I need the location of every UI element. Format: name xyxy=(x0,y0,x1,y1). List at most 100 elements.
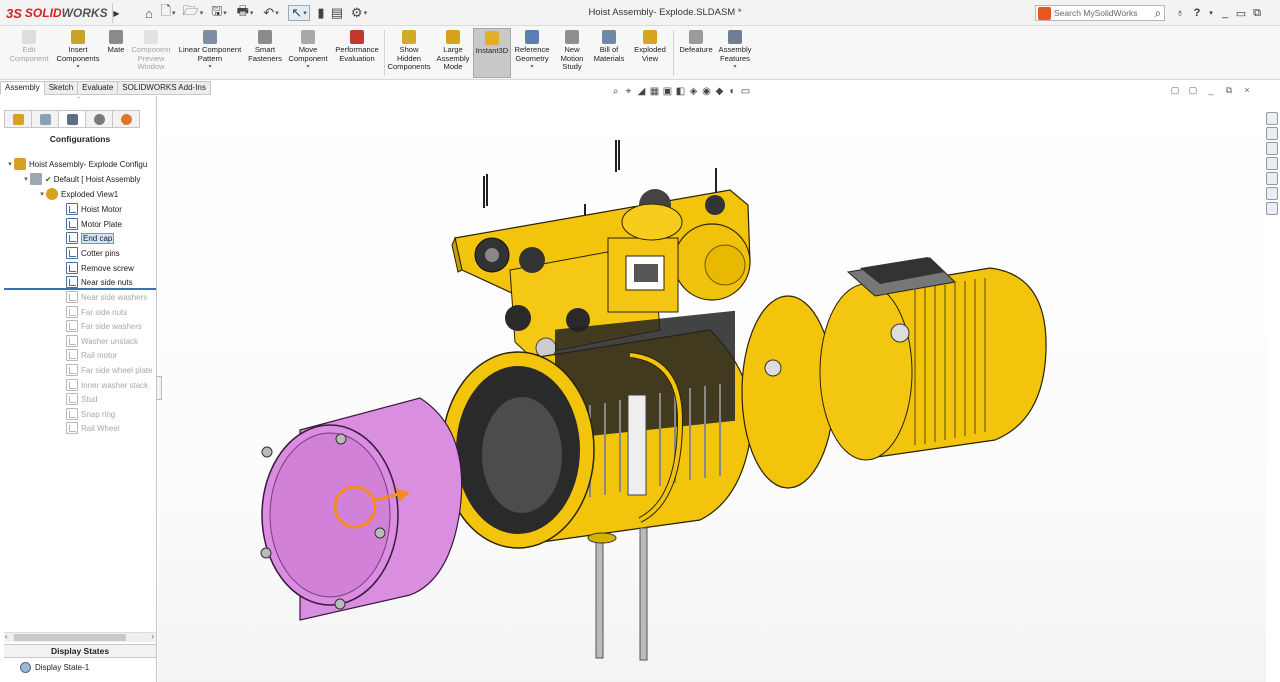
tab-sketch[interactable]: Sketch xyxy=(44,81,79,95)
large-assembly-mode-button[interactable]: Large Assembly Mode xyxy=(434,28,472,78)
scrollbar-thumb[interactable] xyxy=(14,634,126,641)
panel-collapse-handle[interactable] xyxy=(157,376,162,400)
chevron-down-icon[interactable]: ▾ xyxy=(733,63,736,72)
tab-dimxpert-manager[interactable] xyxy=(86,111,113,127)
tab-feature-manager[interactable] xyxy=(5,111,32,127)
apply-scene-icon[interactable]: ◐ xyxy=(727,86,738,97)
explode-step-item-suppressed[interactable]: Near side washers xyxy=(66,290,147,304)
chevron-down-icon[interactable]: ▾ xyxy=(76,63,79,72)
split-view-icon[interactable]: ▢ xyxy=(1188,85,1198,95)
viewport-close-icon[interactable]: × xyxy=(1242,85,1252,95)
explode-step-item-suppressed[interactable]: Far side nuts xyxy=(66,305,127,319)
solidworks-resources-icon[interactable] xyxy=(1266,112,1278,125)
search-mysolidworks-input[interactable]: Search MySolidWorks xyxy=(1035,5,1165,21)
save-icon[interactable]: 🖫 ▾ xyxy=(208,3,230,21)
panel-grip-handle[interactable]: ⌃ xyxy=(0,96,157,104)
solidworks-logo[interactable]: 3S SOLIDWORKS xyxy=(6,3,110,23)
file-explorer-icon[interactable] xyxy=(1266,142,1278,155)
explode-step-item-selected[interactable]: End cap xyxy=(66,231,115,245)
options-gear-icon[interactable]: ⚙ ▾ xyxy=(348,5,370,21)
tab-solidworks-add-ins[interactable]: SOLIDWORKS Add-Ins xyxy=(118,81,211,95)
help-dropdown-icon[interactable]: ▾ xyxy=(1204,5,1218,21)
tree-horizontal-scrollbar[interactable]: ‹ › xyxy=(4,632,156,642)
assembly-features-button[interactable]: Assembly Features ▾ xyxy=(716,28,754,78)
rebuild-icon[interactable]: ▮ xyxy=(316,5,326,21)
new-motion-study-button[interactable]: New Motion Study xyxy=(556,28,588,78)
explode-step-item[interactable]: Hoist Motor xyxy=(66,202,122,216)
chevron-down-icon[interactable]: ▾ xyxy=(306,63,309,72)
hide-show-items-icon[interactable]: ◉ xyxy=(701,86,712,97)
mate-button[interactable]: Mate xyxy=(103,28,129,78)
select-cursor-icon[interactable]: ↖ ▾ xyxy=(288,5,310,21)
chevron-down-icon[interactable]: ▾ xyxy=(530,63,533,72)
minimize-button[interactable]: _ xyxy=(1218,5,1232,21)
solidworks-forum-icon[interactable] xyxy=(1266,202,1278,215)
explode-step-item-suppressed[interactable]: Inner washer stack xyxy=(66,378,148,392)
edit-appearance-icon[interactable]: ◆ xyxy=(714,86,725,97)
user-icon[interactable]: ♁ xyxy=(1173,5,1187,21)
explode-step-item-suppressed[interactable]: Stud xyxy=(66,392,97,406)
edit-component-button[interactable]: Edit Component xyxy=(7,28,51,78)
collapse-arrow-icon[interactable]: ▾ xyxy=(22,175,30,183)
file-properties-icon[interactable]: ▤ xyxy=(330,5,344,21)
custom-properties-icon[interactable] xyxy=(1266,187,1278,200)
explode-step-item[interactable]: Motor Plate xyxy=(66,217,122,231)
new-document-icon[interactable]: 🗋 ▾ xyxy=(158,3,178,21)
previous-view-icon[interactable]: ◢ xyxy=(636,86,647,97)
show-hidden-components-button[interactable]: Show Hidden Components xyxy=(386,28,432,78)
bill-of-materials-button[interactable]: Bill of Materials xyxy=(590,28,628,78)
zoom-to-area-icon[interactable]: ⌖ xyxy=(623,86,634,97)
tree-default-configuration[interactable]: ▾ ✔ Default [ Hoist Assembly xyxy=(22,172,140,186)
move-component-button[interactable]: Move Component ▾ xyxy=(286,28,330,78)
explode-step-item-suppressed[interactable]: Rail motor xyxy=(66,348,117,362)
tab-display-manager[interactable] xyxy=(113,111,139,127)
linear-component-pattern-button[interactable]: Linear Component Pattern ▾ xyxy=(176,28,244,78)
reference-geometry-button[interactable]: Reference Geometry ▾ xyxy=(513,28,551,78)
section-view-icon[interactable]: ▦ xyxy=(649,86,660,97)
menu-expand-arrow-icon[interactable]: ▶ xyxy=(112,3,120,23)
explode-step-item-suppressed[interactable]: Washer unstack xyxy=(66,334,138,348)
explode-step-item-suppressed[interactable]: Far side washers xyxy=(66,319,142,333)
display-state-item[interactable]: Display State-1 xyxy=(20,661,89,673)
defeature-button[interactable]: Defeature xyxy=(676,28,716,78)
exploded-view-button[interactable]: Exploded View xyxy=(630,28,670,78)
hoist-assembly-exploded-model[interactable] xyxy=(158,96,1266,682)
maximize-button[interactable]: ▭ xyxy=(1234,5,1248,21)
open-document-icon[interactable]: 🗁 ▾ xyxy=(182,3,204,21)
tab-configuration-manager[interactable] xyxy=(59,111,86,127)
home-icon[interactable]: ⌂ xyxy=(142,5,156,21)
view-orientation-icon[interactable]: ◧ xyxy=(675,86,686,97)
appearances-scenes-icon[interactable] xyxy=(1266,172,1278,185)
chevron-down-icon[interactable]: ▾ xyxy=(208,63,211,72)
explode-step-item[interactable]: Remove screw xyxy=(66,261,134,275)
instant3d-button[interactable]: Instant3D xyxy=(473,28,511,78)
collapse-arrow-icon[interactable]: ▾ xyxy=(6,160,14,168)
explode-step-item[interactable]: Cotter pins xyxy=(66,246,120,260)
dynamic-annotation-icon[interactable]: ▣ xyxy=(662,86,673,97)
restore-button[interactable]: ⧉ xyxy=(1250,5,1264,21)
tree-root-assembly[interactable]: ▾ Hoist Assembly- Explode Configu xyxy=(6,157,147,171)
display-style-icon[interactable]: ◈ xyxy=(688,86,699,97)
insert-components-button[interactable]: Insert Components ▾ xyxy=(54,28,102,78)
tab-evaluate[interactable]: Evaluate xyxy=(78,81,119,95)
scroll-right-arrow-icon[interactable]: › xyxy=(151,632,154,641)
explode-step-item-suppressed[interactable]: Snap ring xyxy=(66,407,115,421)
tab-property-manager[interactable] xyxy=(32,111,59,127)
tree-exploded-view[interactable]: ▾ Exploded View1 xyxy=(38,187,118,201)
viewport-minimize-icon[interactable]: _ xyxy=(1206,85,1216,95)
viewport-restore-icon[interactable]: ⧉ xyxy=(1224,85,1234,95)
tile-view-icon[interactable]: ▢ xyxy=(1170,85,1180,95)
print-icon[interactable]: 🖶 ▾ xyxy=(234,3,256,21)
undo-icon[interactable]: ↶ ▾ xyxy=(260,5,282,21)
smart-fasteners-button[interactable]: Smart Fasteners xyxy=(246,28,284,78)
help-icon[interactable]: ? xyxy=(1190,5,1204,21)
zoom-to-fit-icon[interactable]: ⌕ xyxy=(610,86,621,97)
tab-assembly[interactable]: Assembly xyxy=(0,81,45,95)
explode-step-item-suppressed[interactable]: Rail Wheel xyxy=(66,421,120,435)
collapse-arrow-icon[interactable]: ▾ xyxy=(38,190,46,198)
view-settings-icon[interactable]: ▭ xyxy=(740,86,751,97)
explode-step-item-suppressed[interactable]: Far side wheel plate xyxy=(66,363,153,377)
explode-step-item[interactable]: Near side nuts xyxy=(66,275,133,289)
scroll-left-arrow-icon[interactable]: ‹ xyxy=(5,632,8,641)
view-palette-icon[interactable] xyxy=(1266,157,1278,170)
